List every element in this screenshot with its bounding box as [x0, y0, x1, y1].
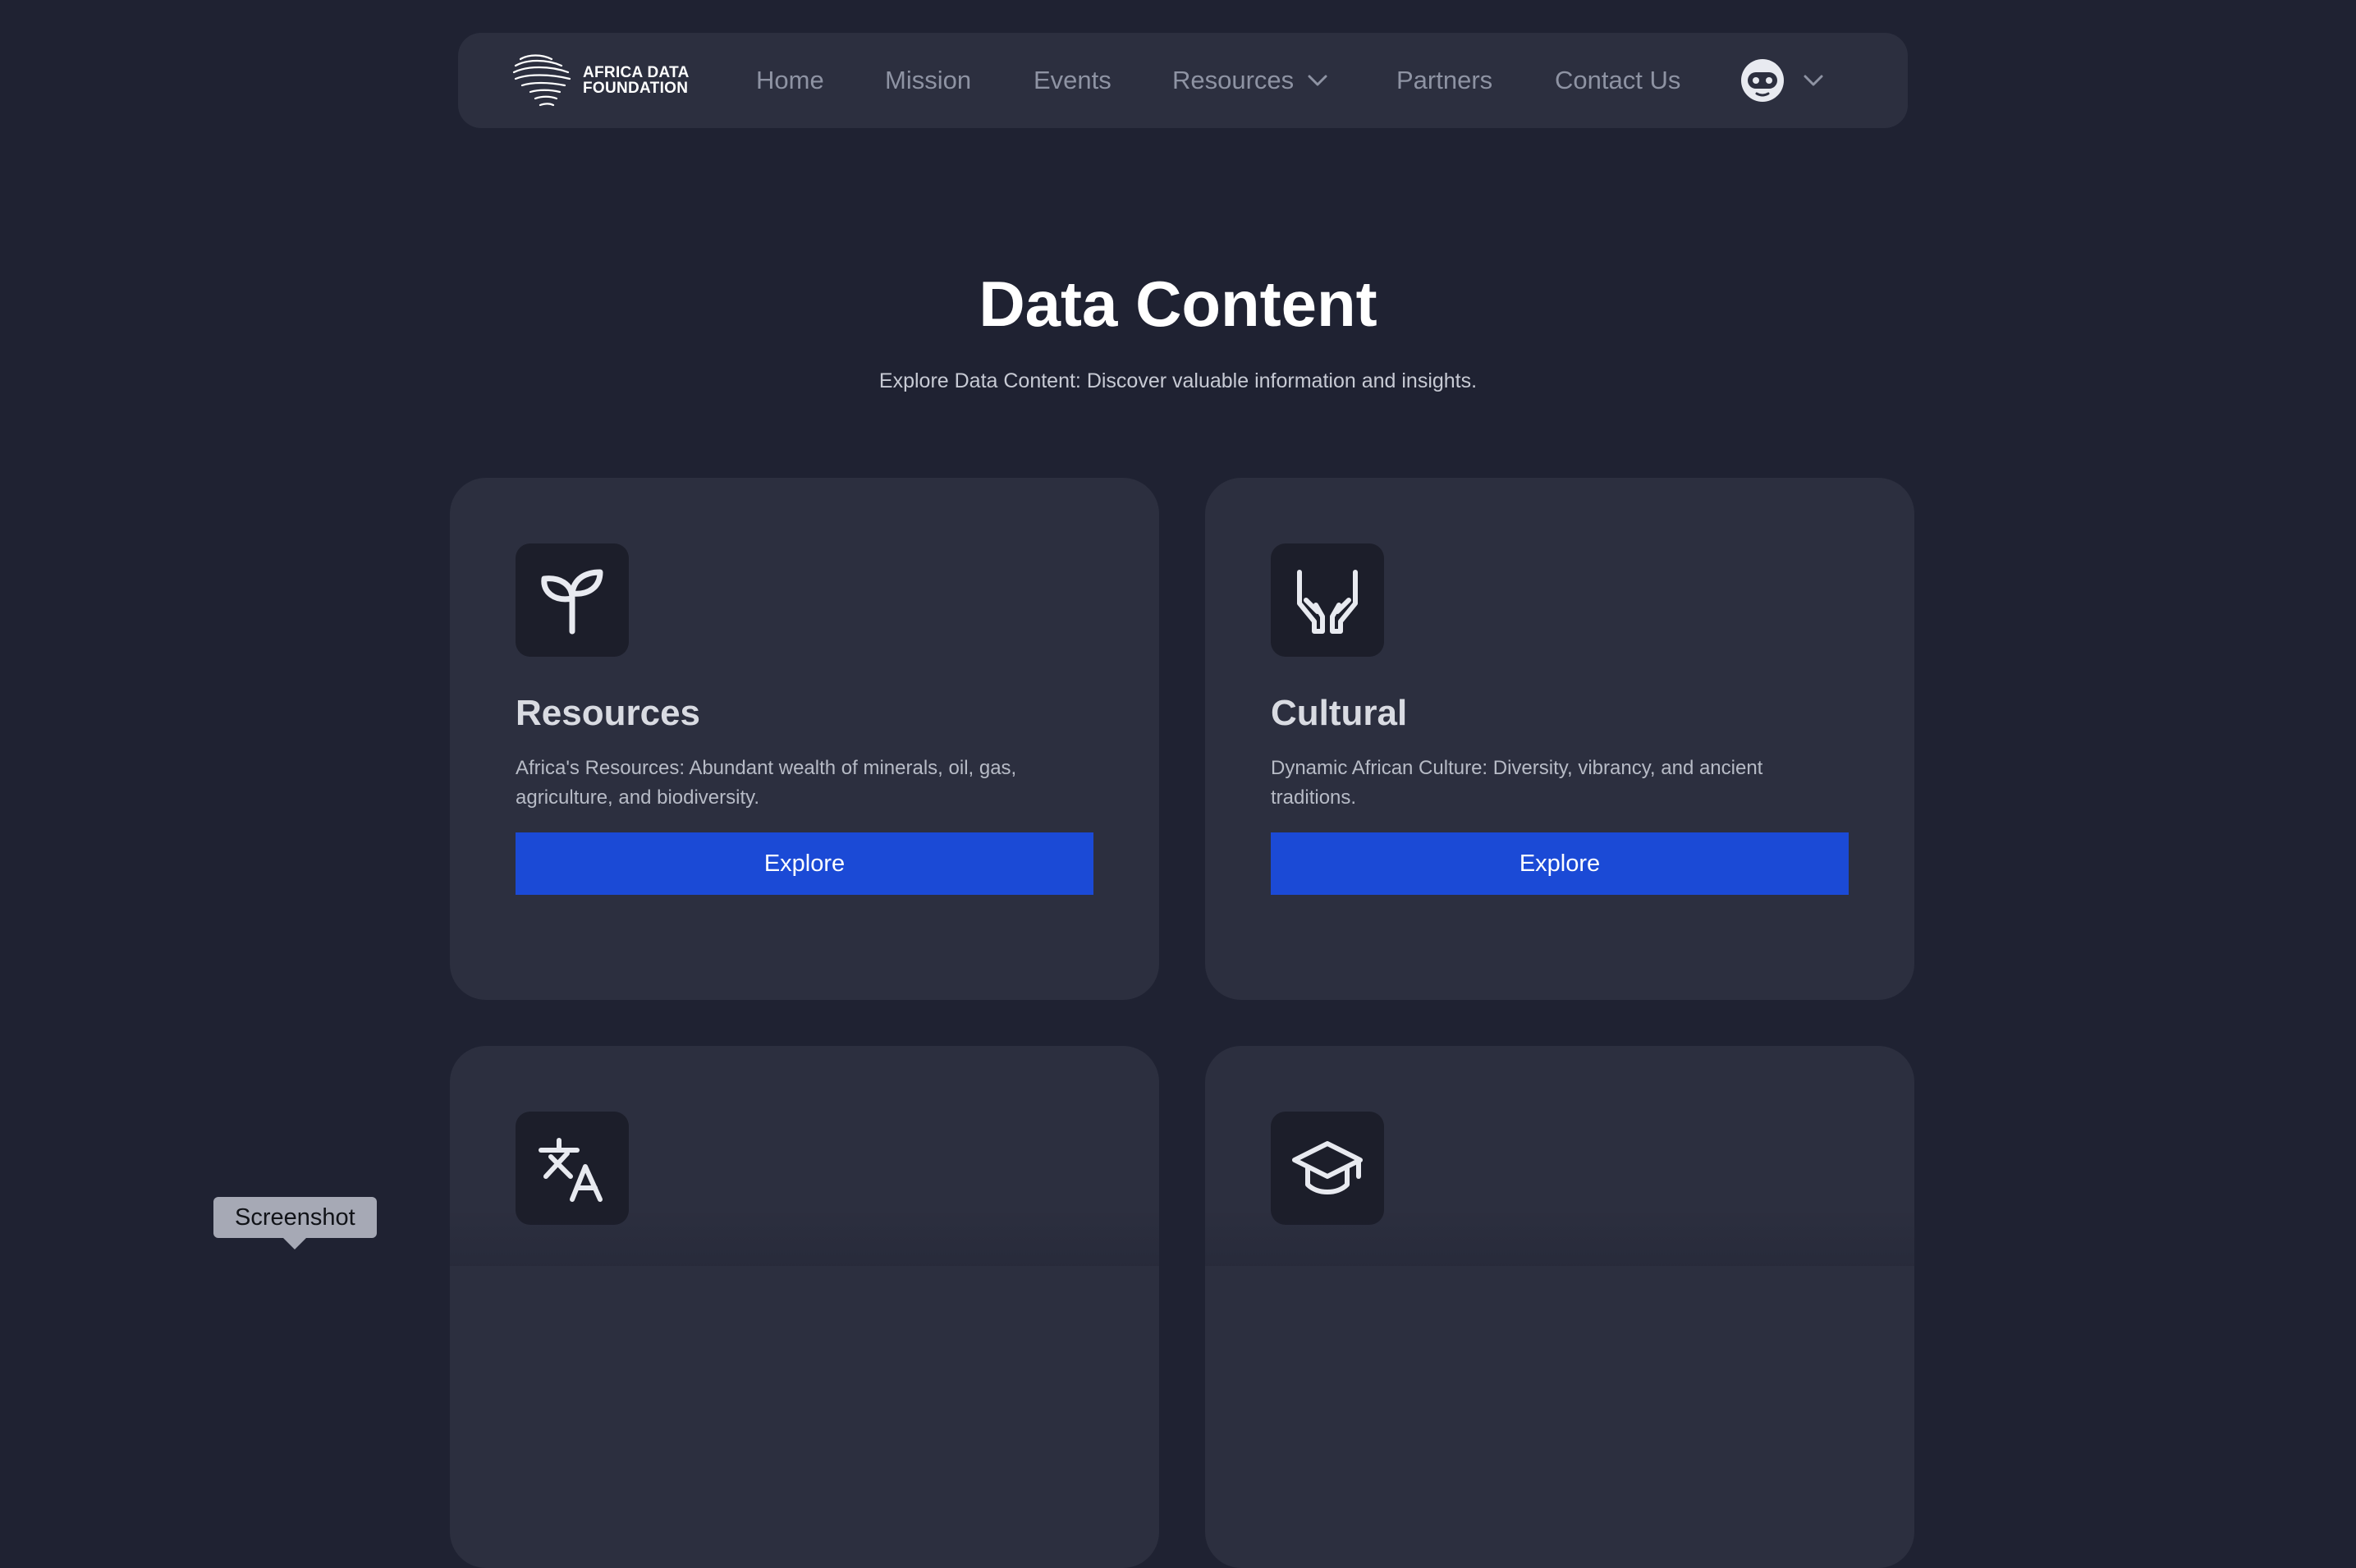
- nav-partners[interactable]: Partners: [1396, 33, 1492, 128]
- card-language: [450, 1046, 1159, 1568]
- logo-text: AFRICA DATA FOUNDATION: [583, 65, 690, 96]
- nav-events-label: Events: [1034, 66, 1112, 94]
- card-icon-box: [516, 1112, 629, 1225]
- card-icon-box: [1271, 1112, 1384, 1225]
- nav-home-label: Home: [756, 66, 824, 94]
- logo[interactable]: AFRICA DATA FOUNDATION: [509, 51, 690, 110]
- card-resources: Resources Africa's Resources: Abundant w…: [450, 478, 1159, 1000]
- screenshot-tooltip: Screenshot: [213, 1197, 377, 1249]
- page-title: Data Content: [979, 268, 1377, 340]
- nav-home[interactable]: Home: [756, 33, 824, 128]
- logo-line-1: AFRICA DATA: [583, 64, 690, 81]
- nav-contact-label: Contact Us: [1555, 66, 1681, 94]
- top-navbar: AFRICA DATA FOUNDATION Home Mission Even…: [458, 33, 1908, 128]
- robot-avatar-icon: [1741, 59, 1784, 102]
- card-cultural: Cultural Dynamic African Culture: Divers…: [1205, 478, 1914, 1000]
- nav-mission-label: Mission: [885, 66, 972, 94]
- card-description: Africa's Resources: Abundant wealth of m…: [516, 757, 1017, 809]
- card-title: Resources: [516, 693, 701, 733]
- logo-line-2: FOUNDATION: [583, 80, 689, 97]
- nav-contact-us[interactable]: Contact Us: [1555, 33, 1680, 128]
- translate-icon: [539, 1138, 603, 1202]
- sprout-icon: [541, 569, 603, 635]
- nav-resources-label: Resources: [1172, 66, 1295, 94]
- graduation-cap-icon: [1292, 1141, 1363, 1194]
- card-icon-box: [516, 543, 629, 657]
- card-icon-box: [1271, 543, 1384, 657]
- chevron-down-icon: [1308, 75, 1327, 86]
- card-title: Cultural: [1271, 693, 1408, 733]
- explore-resources-button[interactable]: Explore: [516, 832, 1093, 895]
- nav-events[interactable]: Events: [1034, 33, 1112, 128]
- africa-map-logo-icon: [512, 54, 571, 107]
- nav-resources-dropdown[interactable]: Resources: [1172, 33, 1328, 128]
- card-education: [1205, 1046, 1914, 1568]
- explore-cultural-button[interactable]: Explore: [1271, 832, 1849, 895]
- card-description: Dynamic African Culture: Diversity, vibr…: [1271, 757, 1763, 809]
- hands-icon: [1297, 570, 1358, 634]
- page-subtitle: Explore Data Content: Discover valuable …: [878, 369, 1478, 392]
- nav-mission[interactable]: Mission: [885, 33, 971, 128]
- user-menu-button[interactable]: [1740, 57, 1824, 103]
- nav-partners-label: Partners: [1396, 66, 1493, 94]
- chevron-down-icon: [1804, 75, 1823, 86]
- tooltip-text: Screenshot: [235, 1204, 355, 1231]
